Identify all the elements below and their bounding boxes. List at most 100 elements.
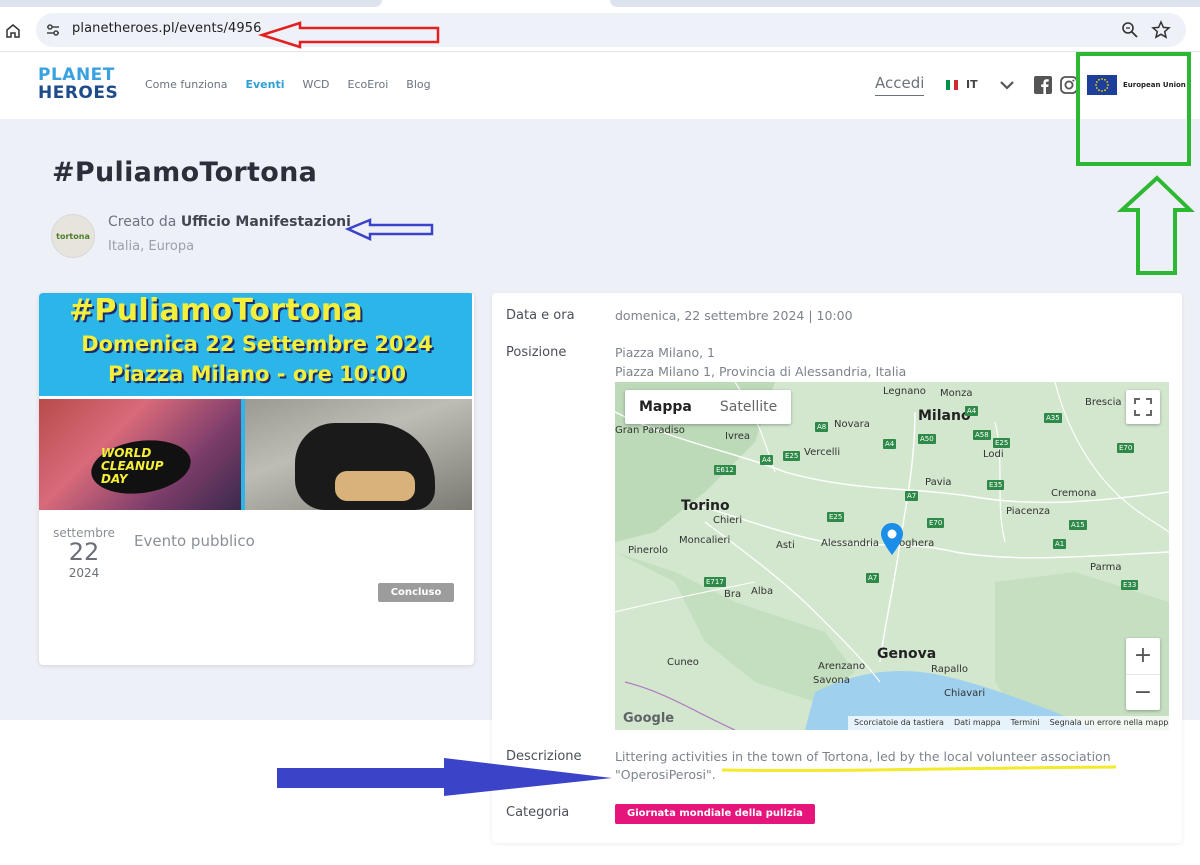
map-pin-icon[interactable]	[879, 522, 905, 556]
highway-label: E25	[993, 438, 1011, 448]
highway-label: A35	[1044, 413, 1062, 423]
nav-ecoeroi[interactable]: EcoEroi	[348, 78, 389, 91]
city-legnano: Legnano	[883, 386, 926, 397]
city-vercelli: Vercelli	[804, 447, 841, 458]
avatar[interactable]: tortona	[51, 214, 95, 258]
date-day: 22	[68, 538, 100, 566]
highway-label: A15	[1069, 520, 1087, 530]
facebook-icon[interactable]	[1034, 76, 1052, 94]
map[interactable]: Legnano Monza Brescia Milano Gran Paradi…	[615, 382, 1169, 730]
map-type-mappa[interactable]: Mappa	[625, 390, 706, 424]
nav-come-funziona[interactable]: Come funziona	[145, 78, 227, 91]
map-canvas[interactable]	[615, 382, 1169, 730]
banner-date: Domenica 22 Settembre 2024	[81, 332, 433, 356]
city-gran-paradiso: Gran Paradiso	[615, 425, 685, 436]
nav-eventi[interactable]: Eventi	[245, 78, 284, 91]
zoom-icon[interactable]	[1121, 21, 1139, 39]
avatar-text: tortona	[56, 231, 90, 241]
highway-label: E33	[1121, 580, 1139, 590]
map-footer-report[interactable]: Segnala un errore nella mappa	[1050, 716, 1169, 730]
city-asti: Asti	[776, 540, 795, 551]
event-title: #PuliamoTortona	[52, 157, 318, 188]
city-genova: Genova	[877, 646, 937, 662]
description-value: Littering activities in the town of Tort…	[615, 749, 1111, 782]
city-cuneo: Cuneo	[667, 657, 699, 668]
city-lodi: Lodi	[983, 449, 1004, 460]
event-card: #PuliamoTortona Domenica 22 Settembre 20…	[39, 293, 474, 665]
banner-title: #PuliamoTortona	[69, 293, 364, 328]
city-alessandria: Alessandria	[821, 538, 880, 549]
creator-name[interactable]: Ufficio Manifestazioni	[181, 214, 351, 230]
fullscreen-button[interactable]	[1126, 390, 1160, 424]
planet-heroes-logo[interactable]: PLANET HEROES	[38, 66, 128, 106]
highway-label: E25	[827, 512, 845, 522]
zoom-out-button[interactable]: −	[1126, 674, 1160, 710]
city-milano: Milano	[918, 408, 971, 424]
eu-label: European Union	[1123, 81, 1186, 89]
cigarette-butts-shape	[335, 471, 415, 501]
city-rapallo: Rapallo	[931, 664, 969, 675]
fullscreen-icon	[1134, 398, 1152, 416]
highway-label: A58	[973, 430, 991, 440]
map-type-control: Mappa Satellite	[625, 390, 792, 424]
creator-location: Italia, Europa	[108, 239, 195, 254]
chevron-down-icon[interactable]	[999, 78, 1015, 92]
highway-label: A4	[883, 439, 897, 449]
date-year: 2024	[68, 566, 100, 580]
city-brescia: Brescia	[1085, 397, 1122, 408]
nav-blog[interactable]: Blog	[406, 78, 430, 91]
creator-line: Creato da Ufficio Manifestazioni	[108, 214, 351, 230]
language-selector[interactable]: IT	[946, 78, 978, 91]
map-type-satellite[interactable]: Satellite	[706, 390, 791, 424]
city-torino: Torino	[681, 498, 730, 514]
star-icon[interactable]	[1151, 20, 1171, 40]
city-cremona: Cremona	[1051, 488, 1097, 499]
category-badge[interactable]: Giornata mondiale della pulizia	[615, 804, 815, 824]
highway-label: A4	[760, 455, 774, 465]
city-arenzano: Arenzano	[818, 661, 866, 672]
highway-label: E717	[704, 577, 726, 587]
event-details-card: Data e ora domenica, 22 settembre 2024 |…	[492, 293, 1182, 843]
address-bar[interactable]: planetheroes.pl/events/4956	[36, 13, 1186, 47]
login-link[interactable]: Accedi	[875, 74, 925, 96]
italy-flag-icon	[946, 79, 958, 90]
highway-label: A7	[866, 573, 880, 583]
site-header: PLANET HEROES Come funziona Eventi WCD E…	[0, 53, 1200, 119]
city-novara: Novara	[834, 419, 870, 430]
city-alba: Alba	[751, 586, 774, 597]
banner-place: Piazza Milano - ore 10:00	[107, 362, 407, 386]
city-chieri: Chieri	[713, 515, 743, 526]
highway-label: A1	[1053, 539, 1067, 549]
city-parma: Parma	[1090, 562, 1122, 573]
highway-label: E70	[927, 518, 945, 528]
browser-toolbar: planetheroes.pl/events/4956	[0, 8, 1200, 52]
tune-icon[interactable]	[45, 22, 61, 38]
home-icon[interactable]	[2, 20, 24, 42]
position-line-1: Piazza Milano, 1	[615, 345, 716, 360]
browser-tab[interactable]	[0, 0, 382, 7]
zoom-in-button[interactable]: +	[1126, 638, 1160, 674]
map-footer: Scorciatoie da tastiera Dati mappa Termi…	[848, 716, 1169, 730]
browser-tab[interactable]	[610, 0, 1200, 7]
highway-label: E35	[987, 480, 1005, 490]
city-chiavari: Chiavari	[944, 688, 986, 699]
map-footer-terms[interactable]: Termini	[1011, 716, 1040, 730]
url-text[interactable]: planetheroes.pl/events/4956	[72, 21, 262, 36]
city-piacenza: Piacenza	[1006, 506, 1051, 517]
nav-wcd[interactable]: WCD	[303, 78, 330, 91]
main-nav: Come funziona Eventi WCD EcoEroi Blog	[145, 78, 449, 91]
logo-line-2: HEROES	[38, 83, 119, 103]
map-footer-shortcuts[interactable]: Scorciatoie da tastiera	[854, 716, 944, 730]
highway-label: A4	[965, 406, 979, 416]
map-footer-data[interactable]: Dati mappa	[954, 716, 1001, 730]
eu-flag-icon	[1087, 75, 1117, 95]
wcd-line-3: DAY	[101, 472, 128, 486]
city-savona: Savona	[813, 675, 850, 686]
city-pavia: Pavia	[925, 477, 952, 488]
language-code: IT	[966, 78, 978, 91]
instagram-icon[interactable]	[1060, 76, 1078, 94]
highway-label: E25	[783, 451, 801, 461]
position-label: Posizione	[506, 345, 567, 360]
datetime-label: Data e ora	[506, 308, 575, 323]
created-by-prefix: Creato da	[108, 214, 177, 230]
